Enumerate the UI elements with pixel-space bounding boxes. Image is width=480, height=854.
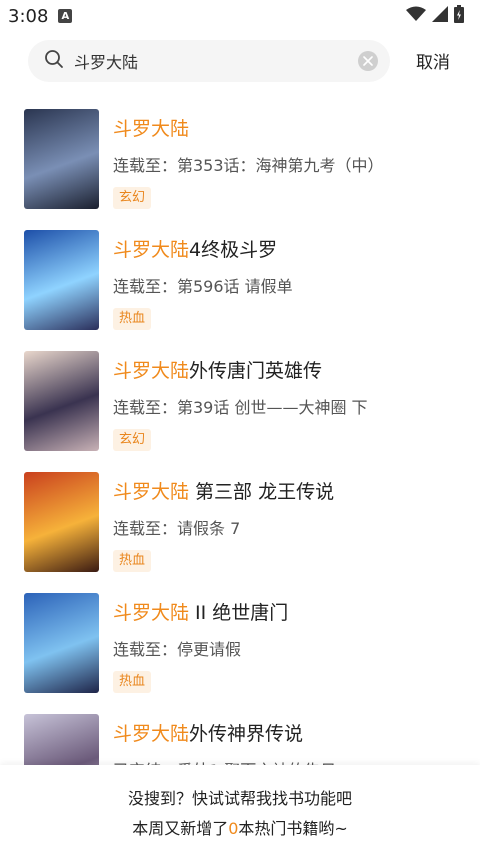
- wifi-icon: [406, 6, 426, 26]
- list-item[interactable]: 斗罗大陆 II 绝世唐门 连载至：停更请假 热血: [0, 584, 480, 705]
- book-cover[interactable]: [24, 230, 99, 330]
- list-item[interactable]: 斗罗大陆4终极斗罗 连载至：第596话 请假单 热血: [0, 221, 480, 342]
- new-books-note: 本周又新增了0本热门书籍哟~: [0, 815, 480, 839]
- book-title: 斗罗大陆外传神界传说: [113, 719, 303, 746]
- book-title: 斗罗大陆 第三部 龙王传说: [113, 477, 334, 504]
- title-highlight: 斗罗大陆: [113, 239, 190, 261]
- book-title: 斗罗大陆4终极斗罗: [113, 235, 277, 262]
- genre-tag: 热血: [113, 671, 152, 693]
- search-box[interactable]: [28, 40, 390, 82]
- title-highlight: 斗罗大陆: [113, 723, 190, 745]
- book-progress: 连载至：第596话 请假单: [113, 277, 293, 296]
- book-cover[interactable]: [24, 472, 99, 572]
- find-book-prompt: 没搜到？快试试帮我找书功能吧: [127, 789, 352, 808]
- title-rest: 外传唐门英雄传: [189, 360, 323, 382]
- book-progress: 连载至：请假条 7: [113, 519, 241, 538]
- search-results-list: 斗罗大陆 连载至：第353话：海神第九考（中） 玄幻 斗罗大陆4终极斗罗 连载至…: [0, 100, 480, 765]
- title-rest: 外传神界传说: [189, 723, 304, 745]
- book-title: 斗罗大陆: [113, 114, 189, 141]
- book-cover[interactable]: [24, 593, 99, 693]
- cancel-button[interactable]: 取消: [416, 48, 450, 73]
- title-rest: 第三部 龙王传说: [189, 481, 335, 503]
- list-item[interactable]: 斗罗大陆外传神界传说 已完结：番外1 聚而之神的告日: [0, 705, 480, 765]
- status-time: 3:08: [8, 5, 49, 27]
- book-cover[interactable]: [24, 109, 99, 209]
- search-icon: [44, 49, 64, 73]
- book-progress: 连载至：第353话：海神第九考（中）: [113, 156, 384, 175]
- title-rest: II 绝世唐门: [189, 602, 289, 624]
- list-item[interactable]: 斗罗大陆 第三部 龙王传说 连载至：请假条 7 热血: [0, 463, 480, 584]
- genre-tag: 玄幻: [113, 429, 152, 451]
- book-cover[interactable]: [24, 351, 99, 451]
- find-book-banner[interactable]: 没搜到？快试试帮我找书功能吧 本周又新增了0本热门书籍哟~: [0, 765, 480, 854]
- book-progress: 连载至：停更请假: [113, 640, 242, 659]
- title-highlight: 斗罗大陆: [113, 602, 190, 624]
- list-item[interactable]: 斗罗大陆外传唐门英雄传 连载至：第39话 创世——大神圈 下 玄幻: [0, 342, 480, 463]
- list-item[interactable]: 斗罗大陆 连载至：第353话：海神第九考（中） 玄幻: [0, 100, 480, 221]
- book-progress: 连载至：第39话 创世——大神圈 下: [113, 398, 368, 417]
- title-highlight: 斗罗大陆: [113, 360, 190, 382]
- title-highlight: 斗罗大陆: [113, 118, 190, 140]
- battery-icon: [454, 5, 464, 27]
- new-books-prefix: 本周又新增了: [132, 819, 229, 838]
- genre-tag: 玄幻: [113, 187, 152, 209]
- new-books-count: 0: [228, 819, 239, 838]
- book-title: 斗罗大陆外传唐门英雄传: [113, 356, 322, 383]
- genre-tag: 热血: [113, 550, 152, 572]
- status-bar: 3:08 A: [0, 0, 480, 32]
- book-cover[interactable]: [24, 714, 99, 765]
- genre-tag: 热血: [113, 308, 152, 330]
- title-highlight: 斗罗大陆: [113, 481, 190, 503]
- new-books-suffix: 本热门书籍哟~: [238, 819, 348, 838]
- notification-a-icon: A: [58, 9, 73, 23]
- search-input[interactable]: [74, 40, 358, 82]
- title-rest: 4终极斗罗: [189, 239, 278, 261]
- signal-icon: [432, 6, 448, 26]
- book-progress: 已完结：番外1 聚而之神的告日: [113, 757, 336, 765]
- book-title: 斗罗大陆 II 绝世唐门: [113, 598, 288, 625]
- search-bar: 取消: [0, 32, 480, 90]
- clear-icon[interactable]: [358, 51, 378, 71]
